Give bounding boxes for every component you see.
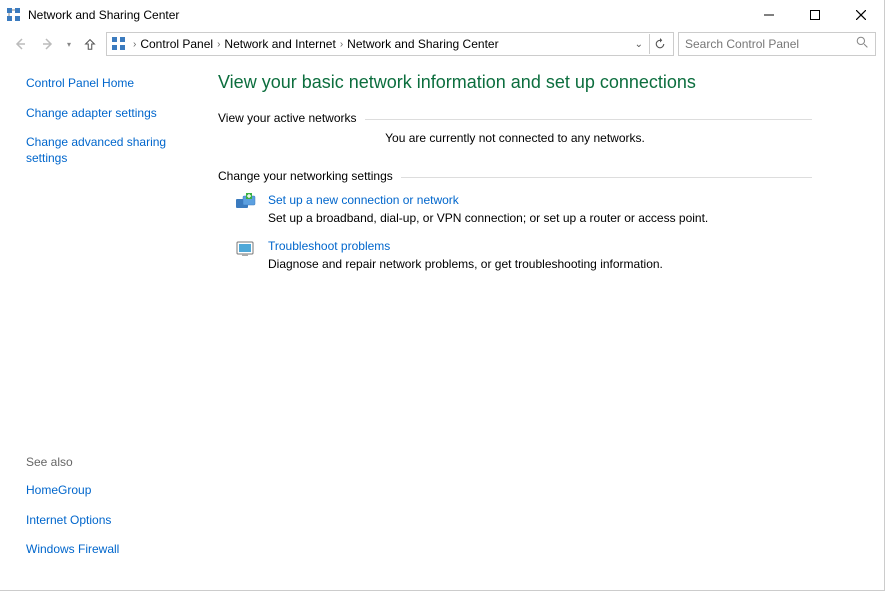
seealso-homegroup[interactable]: HomeGroup — [26, 483, 200, 499]
setup-connection-icon — [232, 193, 260, 217]
task-setup-connection: Set up a new connection or network Set u… — [232, 193, 812, 225]
page-title: View your basic network information and … — [218, 72, 812, 93]
back-button[interactable] — [8, 32, 32, 56]
chevron-right-icon[interactable]: › — [336, 39, 347, 50]
content-area: Control Panel Home Change adapter settin… — [0, 58, 884, 590]
breadcrumb-part[interactable]: Control Panel — [140, 37, 213, 51]
main-panel: View your basic network information and … — [210, 58, 884, 590]
seealso-windows-firewall[interactable]: Windows Firewall — [26, 542, 200, 558]
change-settings-label: Change your networking settings — [218, 169, 393, 183]
sidebar: Control Panel Home Change adapter settin… — [0, 58, 210, 590]
address-dropdown[interactable]: ⌄ — [633, 39, 645, 50]
task-troubleshoot: Troubleshoot problems Diagnose and repai… — [232, 239, 812, 271]
setup-connection-link[interactable]: Set up a new connection or network — [268, 193, 708, 207]
no-networks-message: You are currently not connected to any n… — [218, 131, 812, 145]
active-networks-label: View your active networks — [218, 111, 357, 125]
address-bar[interactable]: › Control Panel › Network and Internet ›… — [106, 32, 674, 56]
setup-connection-desc: Set up a broadband, dial-up, or VPN conn… — [268, 211, 708, 225]
recent-dropdown[interactable]: ▾ — [64, 40, 74, 49]
seealso-heading: See also — [26, 455, 200, 469]
app-icon — [6, 7, 22, 23]
search-icon — [856, 36, 869, 52]
divider — [365, 119, 812, 120]
chevron-right-icon[interactable]: › — [129, 39, 140, 50]
up-button[interactable] — [78, 32, 102, 56]
sidebar-link-adapter[interactable]: Change adapter settings — [26, 106, 200, 122]
chevron-right-icon[interactable]: › — [213, 39, 224, 50]
forward-button[interactable] — [36, 32, 60, 56]
close-button[interactable] — [838, 0, 884, 30]
change-settings-section: Change your networking settings — [218, 169, 812, 183]
active-networks-section: View your active networks — [218, 111, 812, 125]
divider — [401, 177, 812, 178]
troubleshoot-desc: Diagnose and repair network problems, or… — [268, 257, 663, 271]
navbar: ▾ › Control Panel › Network and Internet… — [8, 30, 876, 58]
troubleshoot-icon — [232, 239, 260, 263]
window-title: Network and Sharing Center — [28, 8, 179, 22]
location-icon — [111, 36, 127, 52]
refresh-button[interactable] — [649, 34, 669, 54]
titlebar: Network and Sharing Center — [0, 0, 884, 30]
search-input[interactable]: Search Control Panel — [678, 32, 876, 56]
breadcrumb-part[interactable]: Network and Sharing Center — [347, 37, 498, 51]
minimize-button[interactable] — [746, 0, 792, 30]
sidebar-home-link[interactable]: Control Panel Home — [26, 76, 200, 92]
search-placeholder: Search Control Panel — [685, 37, 856, 51]
troubleshoot-link[interactable]: Troubleshoot problems — [268, 239, 663, 253]
maximize-button[interactable] — [792, 0, 838, 30]
breadcrumb-part[interactable]: Network and Internet — [224, 37, 335, 51]
seealso-internet-options[interactable]: Internet Options — [26, 513, 200, 529]
sidebar-link-advanced-sharing[interactable]: Change advanced sharing settings — [26, 135, 200, 166]
